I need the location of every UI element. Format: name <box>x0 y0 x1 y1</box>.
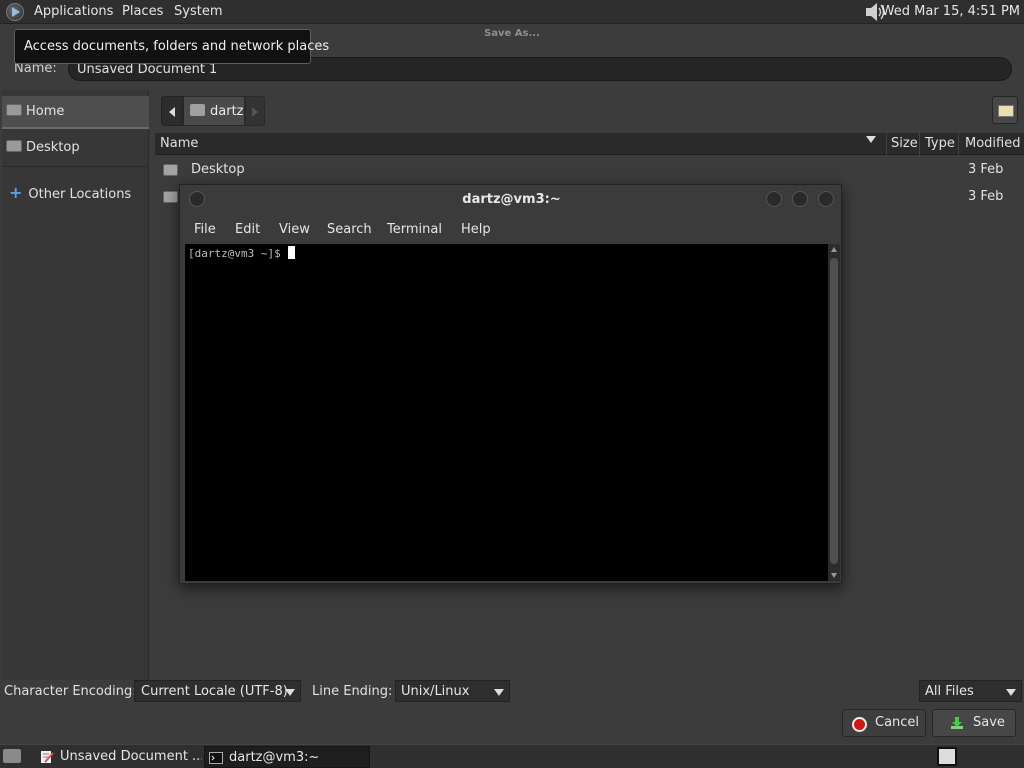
bottom-taskbar: Unsaved Document ... dartz@vm3:~ <box>0 744 1024 768</box>
save-label: Save <box>973 715 1005 730</box>
menu-item-search[interactable]: Search <box>327 222 372 237</box>
sidebar-item-desktop[interactable]: Desktop <box>2 132 149 165</box>
system-menu[interactable]: System <box>174 4 222 19</box>
terminal-scrollbar[interactable] <box>828 244 840 581</box>
column-header-size[interactable]: Size <box>891 136 918 151</box>
terminal-prompt-line: [dartz@vm3 ~]$ <box>188 246 296 260</box>
menu-item-help[interactable]: Help <box>461 222 491 237</box>
terminal-icon <box>209 752 223 764</box>
chevron-down-icon <box>285 689 295 696</box>
chevron-down-icon <box>494 689 504 696</box>
file-row[interactable]: Desktop 3 Feb <box>155 157 1024 183</box>
sort-descending-icon[interactable] <box>866 136 876 143</box>
desktop-folder-icon <box>6 140 22 152</box>
column-header-type[interactable]: Type <box>925 136 955 151</box>
chevron-down-icon <box>1006 689 1016 696</box>
file-filter-select[interactable]: All Files <box>919 680 1022 702</box>
save-button[interactable]: Save <box>932 709 1016 737</box>
menu-item-view[interactable]: View <box>279 222 310 237</box>
taskbar-item-terminal[interactable]: dartz@vm3:~ <box>204 746 370 768</box>
home-folder-icon <box>6 104 22 116</box>
new-folder-icon[interactable] <box>992 96 1018 124</box>
maximize-icon[interactable] <box>792 191 808 207</box>
clock[interactable]: Wed Mar 15, 4:51 PM <box>882 4 1020 19</box>
path-button-label: dartz <box>210 104 244 119</box>
sidebar-item-other-locations[interactable]: + Other Locations <box>2 175 149 208</box>
places-tooltip: Access documents, folders and network pl… <box>14 29 329 64</box>
line-ending-select[interactable]: Unix/Linux <box>395 680 510 702</box>
terminal-prompt: [dartz@vm3 ~]$ <box>188 247 288 260</box>
folder-icon <box>163 191 178 203</box>
forward-arrow-icon[interactable] <box>245 96 265 126</box>
file-name: Desktop <box>191 162 245 177</box>
encoding-select[interactable]: Current Locale (UTF-8) <box>134 680 301 702</box>
close-icon[interactable] <box>818 191 834 207</box>
folder-icon <box>163 164 178 176</box>
places-menu[interactable]: Places <box>122 4 163 19</box>
line-ending-value: Unix/Linux <box>401 684 470 699</box>
sidebar-item-label: Desktop <box>26 140 80 155</box>
sidebar-item-label: Home <box>26 104 65 119</box>
places-sidebar: Home Desktop + Other Locations <box>2 90 149 680</box>
menu-item-file[interactable]: File <box>194 222 216 237</box>
scroll-up-arrow-icon[interactable] <box>831 247 837 252</box>
terminal-menubar: File Edit View Search Terminal Help <box>180 219 843 243</box>
taskbar-item-text-editor[interactable]: Unsaved Document ... <box>36 746 202 768</box>
file-modified: 3 Feb <box>968 162 1004 177</box>
minimize-icon[interactable] <box>766 191 782 207</box>
scroll-down-arrow-icon[interactable] <box>831 573 837 578</box>
encoding-label: Character Encoding: <box>4 684 137 699</box>
column-separator <box>886 133 887 155</box>
workspace-icon[interactable] <box>937 747 957 766</box>
column-header-name[interactable]: Name <box>160 136 198 151</box>
terminal-cursor <box>288 246 296 259</box>
show-desktop-icon[interactable] <box>3 749 21 763</box>
scrollbar-thumb[interactable] <box>830 258 838 564</box>
menu-item-edit[interactable]: Edit <box>235 222 260 237</box>
sidebar-item-home[interactable]: Home <box>2 96 149 129</box>
column-header-modified[interactable]: Modified <box>965 136 1020 151</box>
terminal-window[interactable]: dartz@vm3:~ File Edit View Search Termin… <box>179 184 842 584</box>
terminal-screen[interactable]: [dartz@vm3 ~]$ <box>185 244 828 581</box>
plus-icon: + <box>9 183 23 202</box>
cancel-icon <box>852 717 867 732</box>
taskbar-item-label: Unsaved Document ... <box>60 749 202 764</box>
text-editor-icon <box>41 751 54 763</box>
terminal-title: dartz@vm3:~ <box>462 192 561 207</box>
top-panel: Applications Places System Wed Mar 15, 4… <box>0 0 1024 24</box>
path-button-dartz[interactable]: dartz <box>183 96 245 126</box>
home-folder-icon <box>190 104 205 116</box>
cancel-label: Cancel <box>875 715 920 730</box>
back-arrow-icon[interactable] <box>161 96 183 126</box>
app-menu-logo-icon[interactable] <box>6 3 24 21</box>
column-separator <box>958 133 959 155</box>
column-separator <box>919 133 920 155</box>
sidebar-item-label: Other Locations <box>28 187 132 202</box>
line-ending-label: Line Ending: <box>312 684 393 699</box>
applications-menu[interactable]: Applications <box>34 4 113 19</box>
save-icon <box>951 717 963 729</box>
menu-item-terminal[interactable]: Terminal <box>387 222 442 237</box>
taskbar-item-label: dartz@vm3:~ <box>229 750 320 765</box>
file-modified: 3 Feb <box>968 189 1004 204</box>
filter-value: All Files <box>925 684 974 699</box>
encoding-value: Current Locale (UTF-8) <box>141 684 288 699</box>
sidebar-separator <box>2 166 149 167</box>
cancel-button[interactable]: Cancel <box>842 709 926 737</box>
file-list-header: Name Size Type Modified <box>155 133 1024 155</box>
